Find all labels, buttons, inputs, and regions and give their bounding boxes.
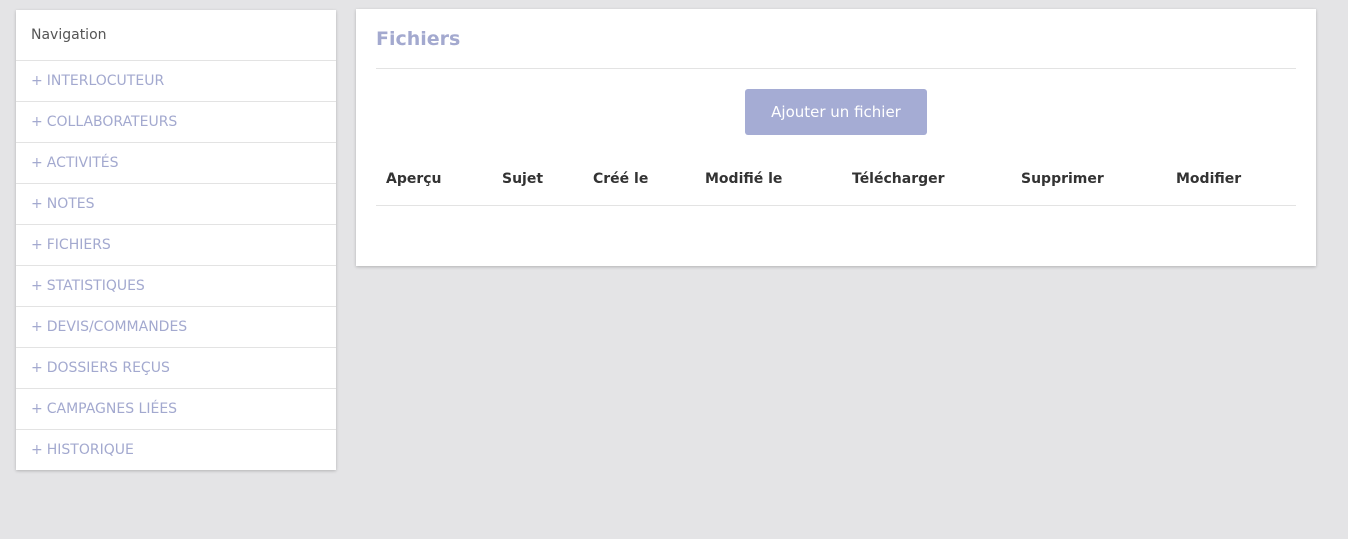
nav-item-collaborateurs[interactable]: + COLLABORATEURS bbox=[16, 102, 336, 143]
files-panel: Fichiers Ajouter un fichier Aperçu Sujet… bbox=[356, 9, 1316, 266]
navigation-header: Navigation bbox=[16, 10, 336, 61]
nav-item-historique[interactable]: + HISTORIQUE bbox=[16, 430, 336, 470]
nav-item-label: CAMPAGNES LIÉES bbox=[46, 401, 178, 417]
nav-item-fichiers[interactable]: + FICHIERS bbox=[16, 225, 336, 266]
nav-item-campagnes-liees[interactable]: + CAMPAGNES LIÉES bbox=[16, 389, 336, 430]
nav-item-label: NOTES bbox=[46, 196, 95, 212]
nav-item-label: STATISTIQUES bbox=[46, 278, 145, 294]
column-header-modifier[interactable]: Modifier bbox=[1176, 171, 1241, 187]
plus-icon: + bbox=[31, 360, 43, 376]
nav-item-label: DEVIS/COMMANDES bbox=[46, 319, 188, 335]
plus-icon: + bbox=[31, 442, 43, 458]
nav-item-devis-commandes[interactable]: + DEVIS/COMMANDES bbox=[16, 307, 336, 348]
nav-item-label: HISTORIQUE bbox=[46, 442, 134, 458]
nav-item-activites[interactable]: + ACTIVITÉS bbox=[16, 143, 336, 184]
title-divider bbox=[376, 68, 1296, 69]
files-table-header: Aperçu Sujet Créé le Modifié le Téléchar… bbox=[376, 159, 1296, 206]
column-header-modifie-le[interactable]: Modifié le bbox=[705, 171, 782, 187]
navigation-panel: Navigation + INTERLOCUTEUR + COLLABORATEUR… bbox=[16, 10, 336, 470]
column-header-supprimer[interactable]: Supprimer bbox=[1021, 171, 1104, 187]
plus-icon: + bbox=[31, 237, 43, 253]
page-title: Fichiers bbox=[376, 28, 461, 50]
plus-icon: + bbox=[31, 278, 43, 294]
nav-item-label: COLLABORATEURS bbox=[46, 114, 178, 130]
nav-item-statistiques[interactable]: + STATISTIQUES bbox=[16, 266, 336, 307]
column-header-cree-le[interactable]: Créé le bbox=[593, 171, 648, 187]
nav-item-dossiers-recus[interactable]: + DOSSIERS REÇUS bbox=[16, 348, 336, 389]
nav-item-notes[interactable]: + NOTES bbox=[16, 184, 336, 225]
nav-item-label: INTERLOCUTEUR bbox=[46, 73, 165, 89]
plus-icon: + bbox=[31, 114, 43, 130]
add-file-button[interactable]: Ajouter un fichier bbox=[745, 89, 927, 135]
nav-item-label: ACTIVITÉS bbox=[46, 155, 119, 171]
column-header-apercu[interactable]: Aperçu bbox=[386, 171, 442, 187]
plus-icon: + bbox=[31, 73, 43, 89]
column-header-telecharger[interactable]: Télécharger bbox=[852, 171, 945, 187]
column-header-sujet[interactable]: Sujet bbox=[502, 171, 543, 187]
nav-item-label: DOSSIERS REÇUS bbox=[46, 360, 170, 376]
nav-item-label: FICHIERS bbox=[46, 237, 111, 253]
nav-item-interlocuteur[interactable]: + INTERLOCUTEUR bbox=[16, 61, 336, 102]
plus-icon: + bbox=[31, 319, 43, 335]
plus-icon: + bbox=[31, 196, 43, 212]
plus-icon: + bbox=[31, 155, 43, 171]
plus-icon: + bbox=[31, 401, 43, 417]
